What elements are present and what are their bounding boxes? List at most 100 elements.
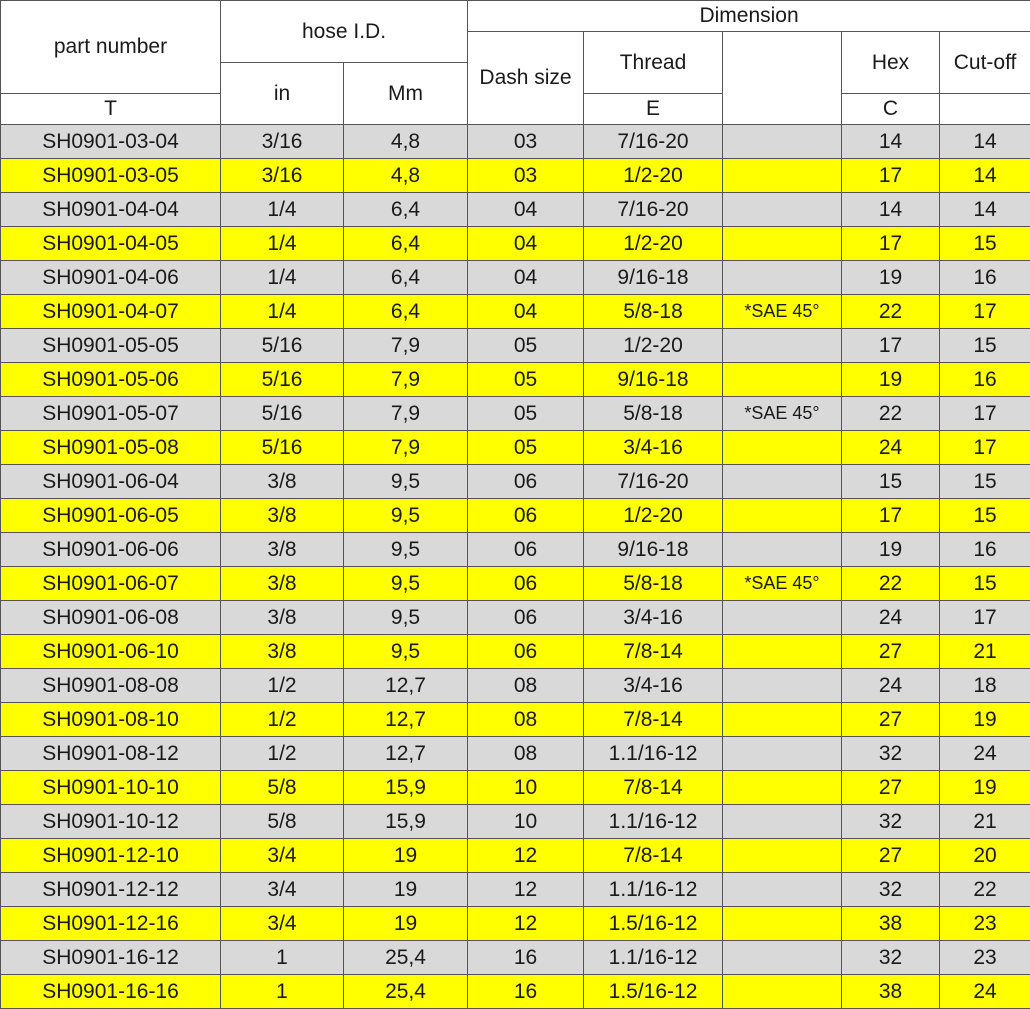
cell-cutoff: 23 (940, 907, 1030, 941)
cell-thread: 9/16-18 (584, 261, 723, 295)
cell-hose-in: 3/4 (221, 839, 344, 873)
cell-note (723, 805, 842, 839)
table-row: SH0901-06-073/89,5065/8-18*SAE 45°2215 (1, 567, 1030, 601)
cell-part-number: SH0901-04-07 (1, 295, 221, 329)
cell-hose-in: 3/16 (221, 159, 344, 193)
cell-cutoff: 15 (940, 567, 1030, 601)
cell-hose-mm: 25,4 (344, 975, 468, 1009)
cell-cutoff: 15 (940, 465, 1030, 499)
cell-hose-mm: 12,7 (344, 669, 468, 703)
cell-dash-size: 05 (468, 329, 584, 363)
cell-part-number: SH0901-10-12 (1, 805, 221, 839)
cell-part-number: SH0901-06-10 (1, 635, 221, 669)
cell-hose-mm: 7,9 (344, 329, 468, 363)
cell-thread: 9/16-18 (584, 363, 723, 397)
cell-part-number: SH0901-05-07 (1, 397, 221, 431)
cell-note (723, 499, 842, 533)
cell-hose-mm: 7,9 (344, 363, 468, 397)
header-hex-sub: E (584, 94, 723, 125)
cell-hose-mm: 7,9 (344, 397, 468, 431)
cell-cutoff: 24 (940, 975, 1030, 1009)
cell-note (723, 125, 842, 159)
cell-dash-size: 16 (468, 941, 584, 975)
cell-thread: 7/8-14 (584, 635, 723, 669)
cell-thread: 5/8-18 (584, 397, 723, 431)
cell-hose-mm: 4,8 (344, 125, 468, 159)
cell-note (723, 669, 842, 703)
cell-thread: 9/16-18 (584, 533, 723, 567)
table-row: SH0901-03-043/164,8037/16-201414 (1, 125, 1030, 159)
cell-hex: 15 (842, 465, 940, 499)
cell-cutoff: 16 (940, 533, 1030, 567)
cell-dash-size: 06 (468, 533, 584, 567)
cell-cutoff: 17 (940, 295, 1030, 329)
cell-part-number: SH0901-04-06 (1, 261, 221, 295)
table-row: SH0901-05-065/167,9059/16-181916 (1, 363, 1030, 397)
cell-hex: 14 (842, 193, 940, 227)
cell-hose-mm: 4,8 (344, 159, 468, 193)
cell-part-number: SH0901-12-16 (1, 907, 221, 941)
table-body: SH0901-03-043/164,8037/16-201414SH0901-0… (1, 125, 1030, 1009)
cell-hose-mm: 19 (344, 873, 468, 907)
table-row: SH0901-03-053/164,8031/2-201714 (1, 159, 1030, 193)
cell-hose-mm: 6,4 (344, 295, 468, 329)
cell-hose-in: 3/8 (221, 499, 344, 533)
table-row: SH0901-12-103/419127/8-142720 (1, 839, 1030, 873)
header-thread-sub: T (1, 94, 221, 125)
cell-thread: 1/2-20 (584, 499, 723, 533)
table-row: SH0901-06-103/89,5067/8-142721 (1, 635, 1030, 669)
cell-cutoff: 17 (940, 431, 1030, 465)
cell-hose-mm: 15,9 (344, 771, 468, 805)
cell-hose-mm: 9,5 (344, 533, 468, 567)
cell-part-number: SH0901-10-10 (1, 771, 221, 805)
cell-note (723, 329, 842, 363)
header-cutoff: Cut-off (940, 32, 1030, 94)
cell-thread: 3/4-16 (584, 431, 723, 465)
cell-note (723, 941, 842, 975)
cell-hose-in: 3/8 (221, 635, 344, 669)
cell-dash-size: 16 (468, 975, 584, 1009)
cell-dash-size: 06 (468, 601, 584, 635)
cell-thread: 1/2-20 (584, 227, 723, 261)
table-row: SH0901-04-051/46,4041/2-201715 (1, 227, 1030, 261)
table-row: SH0901-05-055/167,9051/2-201715 (1, 329, 1030, 363)
header-hex: Hex (842, 32, 940, 94)
table-row: SH0901-16-16125,4161.5/16-123824 (1, 975, 1030, 1009)
cell-hose-in: 3/8 (221, 567, 344, 601)
cell-dash-size: 06 (468, 465, 584, 499)
cell-hex: 38 (842, 907, 940, 941)
cell-note (723, 227, 842, 261)
cell-hose-mm: 25,4 (344, 941, 468, 975)
cell-note (723, 839, 842, 873)
cell-thread: 1.5/16-12 (584, 907, 723, 941)
cell-hose-in: 1/4 (221, 295, 344, 329)
header-thread: Thread (584, 32, 723, 94)
cell-cutoff: 16 (940, 363, 1030, 397)
cell-thread: 5/8-18 (584, 567, 723, 601)
cell-hex: 24 (842, 431, 940, 465)
cell-cutoff: 24 (940, 737, 1030, 771)
table-row: SH0901-08-081/212,7083/4-162418 (1, 669, 1030, 703)
cell-cutoff: 15 (940, 499, 1030, 533)
cell-hose-in: 1/4 (221, 227, 344, 261)
table-row: SH0901-04-041/46,4047/16-201414 (1, 193, 1030, 227)
cell-hex: 32 (842, 737, 940, 771)
cell-note (723, 703, 842, 737)
cell-part-number: SH0901-12-10 (1, 839, 221, 873)
cell-hex: 19 (842, 363, 940, 397)
cell-hose-mm: 15,9 (344, 805, 468, 839)
cell-cutoff: 20 (940, 839, 1030, 873)
cell-note (723, 771, 842, 805)
cell-hose-in: 1/2 (221, 737, 344, 771)
cell-note (723, 975, 842, 1009)
cell-note (723, 737, 842, 771)
cell-hex: 38 (842, 975, 940, 1009)
cell-cutoff: 17 (940, 397, 1030, 431)
cell-hose-mm: 9,5 (344, 601, 468, 635)
cell-note (723, 465, 842, 499)
cell-cutoff: 14 (940, 193, 1030, 227)
table-row: SH0901-06-053/89,5061/2-201715 (1, 499, 1030, 533)
cell-hex: 32 (842, 873, 940, 907)
cell-note (723, 533, 842, 567)
cell-dash-size: 06 (468, 635, 584, 669)
